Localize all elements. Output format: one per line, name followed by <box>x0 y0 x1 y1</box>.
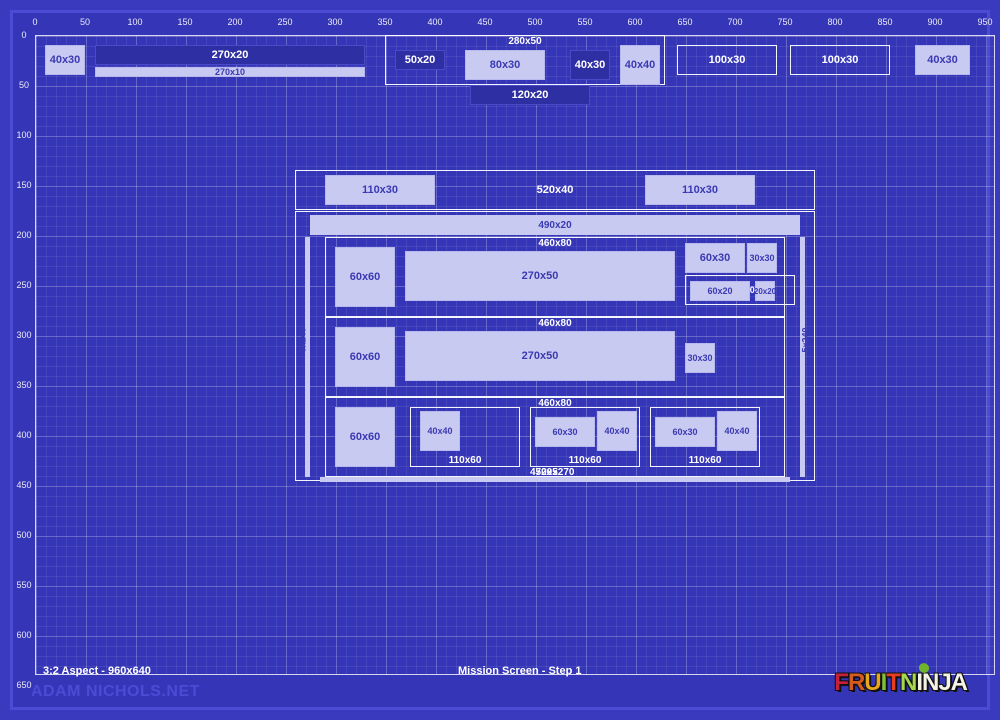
top-square: 40x40 <box>620 45 660 85</box>
row3-icon: 60x60 <box>335 407 395 467</box>
rail-left-label: 5x240 <box>298 327 308 352</box>
row2-icon: 60x60 <box>335 327 395 387</box>
top-score: 50x20 <box>395 50 445 70</box>
top-long-lower: 270x10 <box>95 67 365 77</box>
row2-text: 270x50 <box>405 331 675 381</box>
panel-title-bar: 490x20 <box>310 215 800 235</box>
brand-logo: FRUITNINJA <box>834 669 967 697</box>
slot2-badge: 60x30 <box>535 417 595 447</box>
slot3-badge: 60x30 <box>655 417 715 447</box>
top-left-icon: 40x30 <box>45 45 85 75</box>
panel-bottom-bar-label: 470x5 <box>530 467 558 478</box>
top-corner: 40x30 <box>915 45 970 75</box>
tab-left: 110x30 <box>325 175 435 205</box>
top-small-badge: 40x30 <box>570 50 610 80</box>
grid-area: 280x50 40x30 270x20 270x10 50x20 80x30 4… <box>35 35 995 675</box>
top-long-upper: 270x20 <box>95 45 365 65</box>
row1-badge-e: 20x20 <box>755 281 775 301</box>
rail-right-label: 5x240 <box>801 327 811 352</box>
row1-icon: 60x60 <box>335 247 395 307</box>
slot3-box: 40x40 <box>717 411 757 451</box>
top-right-1: 100x30 <box>677 45 777 75</box>
row1-badge-d: 60x20 <box>690 281 750 301</box>
aspect-note: 3:2 Aspect - 960x640 <box>43 665 151 677</box>
ruler-vertical: 050100150200250300350400450500550600650 <box>13 35 35 675</box>
top-right-2: 100x30 <box>790 45 890 75</box>
slot2-box: 40x40 <box>597 411 637 451</box>
row1-badge-b: 30x30 <box>747 243 777 273</box>
rail-left <box>305 237 310 477</box>
ruler-horizontal: 0501001502002503003504004505005506006507… <box>35 17 995 33</box>
rail-right <box>800 237 805 477</box>
tab-right: 110x30 <box>645 175 755 205</box>
top-center: 80x30 <box>465 50 545 80</box>
slot1-box: 40x40 <box>420 411 460 451</box>
watermark: ADAM NICHOLS.NET <box>31 683 200 701</box>
row1-badge-a: 60x30 <box>685 243 745 273</box>
row2-badge: 30x30 <box>685 343 715 373</box>
screen-title: Mission Screen - Step 1 <box>458 665 581 677</box>
row1-text: 270x50 <box>405 251 675 301</box>
below-center-label: 120x20 <box>470 85 590 105</box>
frame: 0501001502002503003504004505005506006507… <box>10 10 990 710</box>
